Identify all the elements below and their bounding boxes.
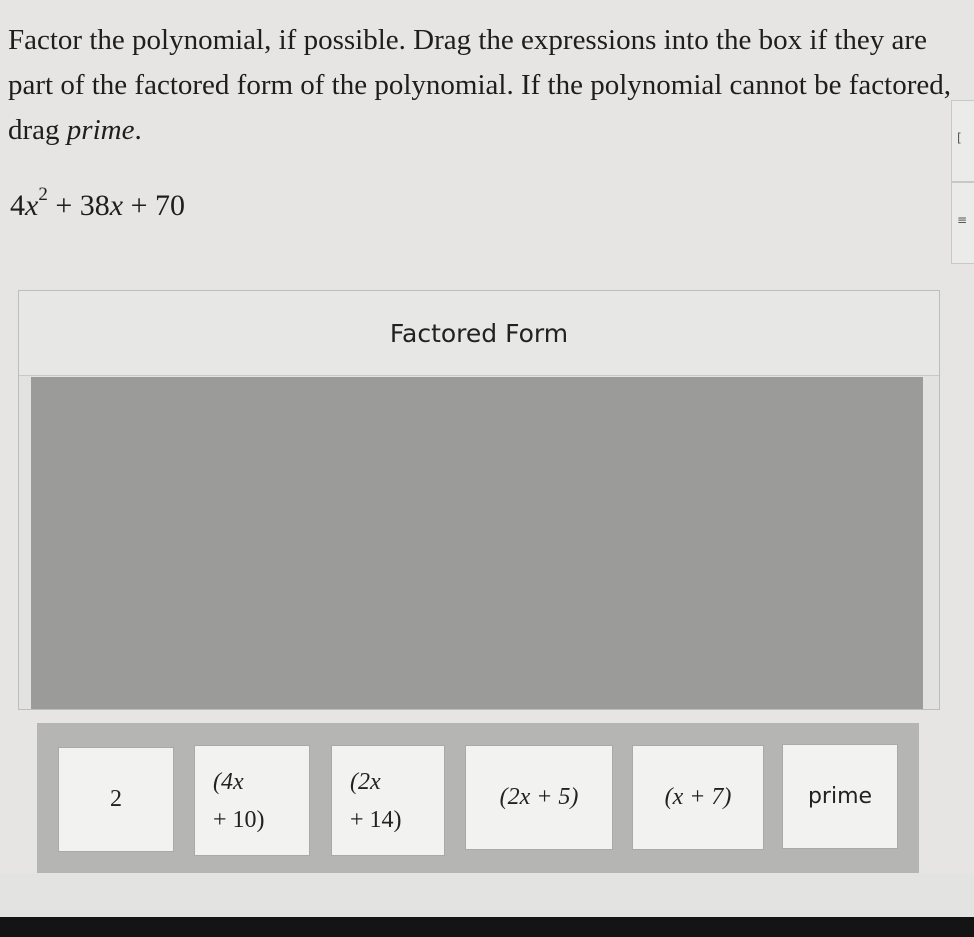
right-edge-tab[interactable]: [ bbox=[951, 100, 974, 182]
footer-area bbox=[0, 873, 974, 917]
tile-2x-line1: (2x bbox=[350, 768, 381, 795]
tile-x-plus-7[interactable]: (x + 7) bbox=[632, 745, 764, 850]
tile-2-label: 2 bbox=[110, 786, 122, 812]
panel-title: Factored Form bbox=[19, 291, 939, 376]
poly-op2: + bbox=[123, 189, 155, 222]
tile-2x-line2: + 14) bbox=[350, 806, 402, 833]
poly-const: 70 bbox=[155, 189, 185, 222]
question-end: . bbox=[134, 114, 142, 146]
tile-x-plus-7-label: (x + 7) bbox=[664, 784, 732, 810]
screen-bottom-bezel bbox=[0, 917, 974, 937]
poly-coef1: 4 bbox=[10, 189, 25, 222]
poly-exponent: 2 bbox=[38, 184, 48, 205]
tile-2x-plus-14[interactable]: (2x + 14) bbox=[331, 745, 445, 856]
polynomial: 4x2 + 38x + 70 bbox=[10, 184, 185, 223]
question-body: Factor the polynomial, if possible. Drag… bbox=[8, 24, 951, 146]
tile-4x-line2: + 10) bbox=[213, 806, 265, 833]
factored-form-panel: Factored Form bbox=[18, 290, 940, 710]
poly-op1: + bbox=[47, 189, 80, 222]
tile-2x-plus-5[interactable]: (2x + 5) bbox=[465, 745, 613, 850]
question-text: Factor the polynomial, if possible. Drag… bbox=[8, 18, 958, 153]
question-emph: prime bbox=[66, 114, 135, 146]
tile-prime[interactable]: prime bbox=[782, 744, 898, 849]
drop-zone[interactable] bbox=[31, 377, 923, 709]
tile-2x-plus-5-label: (2x + 5) bbox=[499, 784, 579, 810]
right-edge-tab-2[interactable]: ≡ bbox=[951, 182, 974, 264]
poly-var1: x bbox=[25, 189, 39, 222]
tile-4x-line1: (4x bbox=[213, 768, 244, 795]
tile-4x-plus-10[interactable]: (4x + 10) bbox=[194, 745, 310, 856]
tile-prime-label: prime bbox=[807, 784, 873, 809]
poly-coef2: 38 bbox=[79, 189, 110, 222]
tile-2[interactable]: 2 bbox=[58, 747, 174, 852]
poly-var2: x bbox=[109, 189, 124, 222]
